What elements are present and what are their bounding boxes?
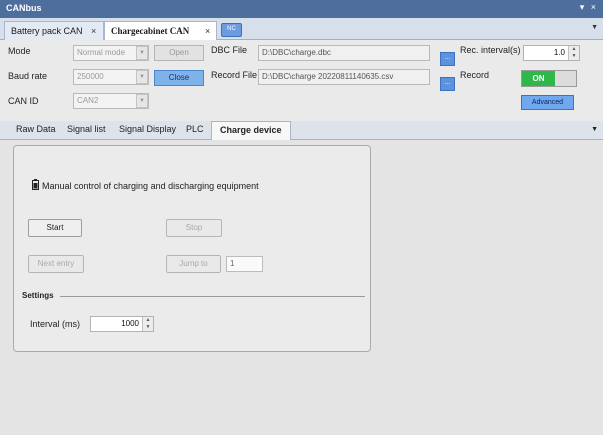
interval-stepper[interactable]: 1000 ▲ ▼ bbox=[90, 316, 154, 332]
settings-label: Settings bbox=[22, 291, 54, 300]
interval-value: 1000 bbox=[121, 319, 139, 328]
settings-divider bbox=[60, 296, 365, 297]
interval-label: Interval (ms) bbox=[30, 319, 81, 329]
battery-icon bbox=[32, 179, 39, 190]
stop-button[interactable]: Stop bbox=[166, 219, 222, 237]
window-controls[interactable]: ▾ × bbox=[580, 2, 598, 13]
tab-menu-icon[interactable]: ▼ bbox=[591, 126, 598, 133]
record-toggle[interactable]: ON bbox=[521, 70, 577, 87]
function-tab-strip: Raw Data Signal list Signal Display PLC … bbox=[0, 121, 603, 141]
tab-raw-data[interactable]: Raw Data bbox=[16, 124, 56, 134]
title-bar: CANbus ▾ × bbox=[0, 0, 603, 18]
record-file-field[interactable]: D:\DBC\charge 20220811140635.csv bbox=[258, 69, 430, 85]
close-button[interactable]: Close bbox=[154, 70, 204, 86]
tab-status-pill: NC bbox=[221, 23, 242, 37]
tab-signal-display[interactable]: Signal Display bbox=[119, 124, 176, 134]
panel-heading: Manual control of charging and dischargi… bbox=[42, 181, 259, 191]
jump-to-button[interactable]: Jump to bbox=[166, 255, 221, 273]
toggle-on-label: ON bbox=[522, 71, 555, 86]
tab-menu-icon[interactable]: ▼ bbox=[591, 24, 598, 31]
rec-interval-label: Rec. interval(s) bbox=[460, 45, 521, 55]
document-tab-strip: Battery pack CAN × Chargecabinet CAN × N… bbox=[0, 18, 603, 40]
browse-dbc-button[interactable]: ... bbox=[440, 52, 455, 66]
chevron-down-icon[interactable]: ▼ bbox=[136, 94, 148, 108]
dbc-file-label: DBC File bbox=[211, 45, 248, 55]
tab-charge-device[interactable]: Charge device bbox=[211, 121, 291, 141]
start-button[interactable]: Start bbox=[28, 219, 82, 237]
tab-battery-pack-can[interactable]: Battery pack CAN × bbox=[4, 21, 104, 40]
chevron-down-icon[interactable]: ▼ bbox=[136, 70, 148, 84]
next-entry-button[interactable]: Next entry bbox=[28, 255, 84, 273]
spin-up-icon[interactable]: ▲ bbox=[146, 317, 151, 323]
spin-down-icon[interactable]: ▼ bbox=[572, 53, 577, 59]
close-icon[interactable]: × bbox=[91, 22, 96, 40]
rec-interval-stepper[interactable]: 1.0 ▲ ▼ bbox=[523, 45, 580, 61]
record-label: Record bbox=[460, 70, 490, 80]
window-title: CANbus bbox=[6, 3, 42, 13]
record-file-label: Record File bbox=[211, 70, 258, 80]
baud-rate-value: 250000 bbox=[77, 72, 104, 81]
jump-to-input[interactable]: 1 bbox=[226, 256, 263, 272]
chevron-down-icon[interactable]: ▼ bbox=[136, 46, 148, 60]
advanced-button[interactable]: Advanced bbox=[521, 95, 574, 110]
stepper-arrows-icon[interactable]: ▲ ▼ bbox=[142, 317, 153, 331]
mode-value: Normal mode bbox=[77, 48, 126, 57]
stepper-arrows-icon[interactable]: ▲ ▼ bbox=[568, 46, 579, 60]
can-id-value: CAN2 bbox=[77, 96, 99, 105]
open-button[interactable]: Open bbox=[154, 45, 204, 61]
tab-label: Chargecabinet CAN bbox=[111, 26, 190, 36]
browse-record-button[interactable]: ... bbox=[440, 77, 455, 91]
tab-plc[interactable]: PLC bbox=[186, 124, 204, 134]
spin-down-icon[interactable]: ▼ bbox=[146, 324, 151, 330]
can-id-label: CAN ID bbox=[8, 96, 39, 106]
tab-signal-list[interactable]: Signal list bbox=[67, 124, 106, 134]
dbc-file-field[interactable]: D:\DBC\charge.dbc bbox=[258, 45, 430, 61]
baud-rate-label: Baud rate bbox=[8, 71, 48, 81]
close-icon[interactable]: × bbox=[205, 22, 210, 40]
toggle-knob[interactable] bbox=[555, 71, 576, 86]
mode-label: Mode bbox=[8, 46, 31, 56]
charge-device-panel: Manual control of charging and dischargi… bbox=[13, 145, 371, 352]
spin-up-icon[interactable]: ▲ bbox=[572, 46, 577, 52]
connection-config-panel: Mode Normal mode ▼ Open DBC File D:\DBC\… bbox=[0, 40, 603, 121]
rec-interval-value: 1.0 bbox=[553, 48, 565, 57]
tab-label: Battery pack CAN bbox=[11, 26, 83, 36]
tab-chargecabinet-can[interactable]: Chargecabinet CAN × bbox=[104, 21, 217, 40]
